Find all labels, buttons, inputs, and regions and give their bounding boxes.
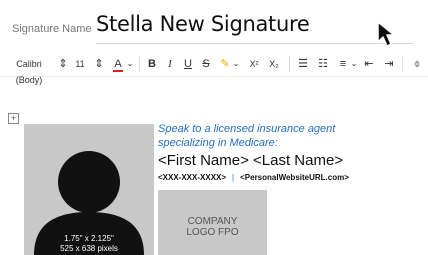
font-size-select[interactable]: 11 [72, 56, 88, 72]
contact-separator: | [232, 173, 235, 182]
photo-dimensions: 1.75" x 2.125" [64, 234, 114, 243]
logo-text: COMPANY LOGO FPO [158, 216, 267, 238]
highlight-icon[interactable]: ✎ [218, 56, 232, 72]
align-icon[interactable]: ≡ [336, 56, 350, 72]
bulleted-list-icon[interactable]: ☰ [296, 56, 310, 72]
underline-button[interactable]: U [182, 56, 194, 72]
signature-name-input[interactable]: Stella New Signature [96, 12, 416, 40]
table-expand-icon[interactable]: + [8, 113, 19, 124]
signature-name-row: Signature Name Stella New Signature [0, 0, 428, 46]
full-name-placeholder: <First Name> <Last Name> [158, 152, 344, 169]
logo-text-line-2: LOGO FPO [186, 227, 239, 238]
font-family-stepper-icon[interactable]: ⇕ [58, 56, 68, 72]
font-color-dropdown-icon[interactable]: ⌄ [126, 56, 134, 72]
toolbar-separator [289, 56, 290, 72]
decrease-indent-icon[interactable]: ⇤ [362, 56, 376, 72]
signature-editor[interactable]: + 1.75" x 2.125" 525 x 638 pixels Speak … [0, 82, 428, 255]
toolbar-separator [139, 56, 140, 72]
font-size-stepper-icon[interactable]: ⇕ [94, 56, 104, 72]
tagline-line-1: Speak to a licensed insurance agent [158, 123, 336, 135]
subscript-button[interactable]: X₂ [266, 56, 282, 72]
formatting-toolbar: Calibri (Body) ⇕ 11 ⇕ A ⌄ B I U S ✎ ⌄ X²… [0, 52, 428, 85]
website-placeholder: <PersonalWebsiteURL.com> [240, 173, 349, 182]
strikethrough-button[interactable]: S [200, 56, 212, 72]
insert-icon[interactable]: ⌽ [410, 56, 424, 72]
tagline: Speak to a licensed insurance agent spec… [158, 122, 398, 150]
signature-name-label: Signature Name [12, 23, 92, 35]
mouse-cursor-icon [377, 21, 395, 47]
tagline-line-2: specializing in Medicare: [158, 137, 278, 149]
contact-line: <XXX-XXX-XXXX> | <PersonalWebsiteURL.com> [158, 173, 349, 182]
headshot-placeholder[interactable]: 1.75" x 2.125" 525 x 638 pixels [24, 124, 154, 255]
company-logo-placeholder[interactable]: COMPANY LOGO FPO [158, 190, 267, 255]
italic-button[interactable]: I [164, 56, 176, 72]
increase-indent-icon[interactable]: ⇥ [382, 56, 396, 72]
numbered-list-icon[interactable]: ☷ [316, 56, 330, 72]
phone-placeholder: <XXX-XXX-XXXX> [158, 173, 227, 182]
signature-name-underline [96, 43, 414, 44]
photo-pixels: 525 x 638 pixels [60, 244, 118, 253]
font-family-select[interactable]: Calibri (Body) [2, 56, 56, 85]
align-dropdown-icon[interactable]: ⌄ [350, 56, 358, 72]
highlight-dropdown-icon[interactable]: ⌄ [232, 56, 240, 72]
logo-text-line-1: COMPANY [187, 216, 238, 227]
bold-button[interactable]: B [146, 56, 158, 72]
superscript-button[interactable]: X² [246, 56, 262, 72]
font-color-button[interactable]: A [110, 56, 126, 72]
toolbar-separator [402, 56, 403, 72]
